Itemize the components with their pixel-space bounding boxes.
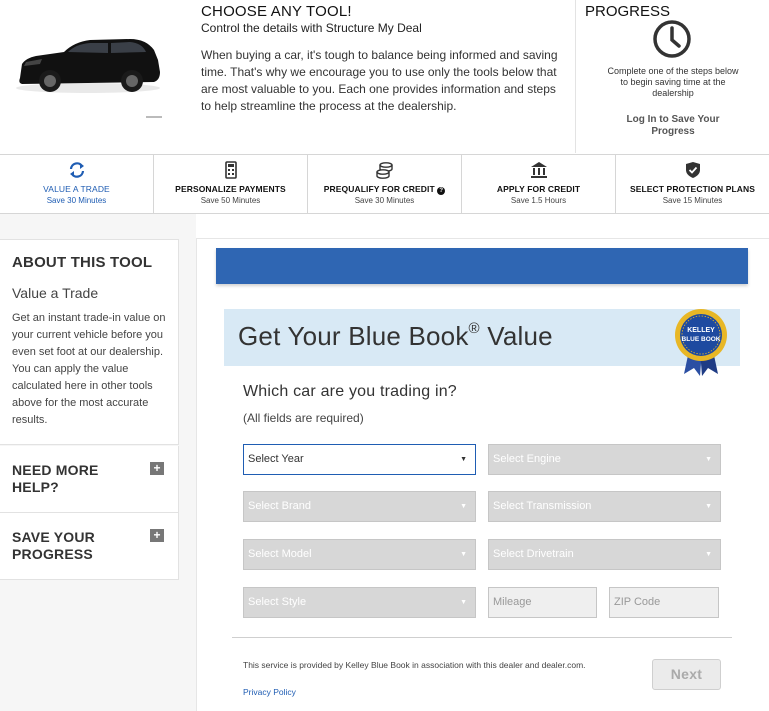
kbb-title: Get Your Blue Book® Value [238, 320, 553, 352]
shield-check-icon [683, 161, 703, 179]
intro-text: When buying a car, it's tough to balance… [201, 48, 558, 113]
save-your-progress-accordion[interactable]: SAVE YOUR PROGRESS + [0, 513, 179, 580]
privacy-policy-link[interactable]: Privacy Policy [243, 687, 296, 697]
kbb-banner: Get Your Blue Book® Value KELLEY BLUE BO… [224, 309, 740, 376]
about-this-tool-panel: ABOUT THIS TOOL Value a Trade Get an ins… [0, 239, 179, 445]
kbb-title-text: Get Your Blue Book [238, 321, 469, 351]
select-brand[interactable]: Select Brand ▼ [243, 491, 476, 522]
trade-in-panel: Get Your Blue Book® Value KELLEY BLUE BO… [196, 238, 769, 711]
next-button[interactable]: Next [652, 659, 721, 690]
progress-title: PROGRESS [585, 3, 671, 20]
page-title: CHOOSE ANY TOOL! [201, 3, 352, 20]
need-more-help-accordion[interactable]: NEED MORE HELP? + [0, 446, 179, 513]
select-drivetrain[interactable]: Select Drivetrain ▼ [488, 539, 721, 570]
page-subtitle: Control the details with Structure My De… [201, 21, 422, 35]
about-title: ABOUT THIS TOOL [12, 254, 153, 271]
tab-label: PREQUALIFY FOR CREDIT ? [308, 184, 461, 195]
select-year[interactable]: Select Year ▼ [243, 444, 476, 475]
coins-icon [375, 161, 395, 179]
tab-time: Save 1.5 Hours [510, 196, 567, 205]
accordion-title: SAVE YOUR PROGRESS [12, 529, 95, 562]
select-transmission-value: Select Transmission [493, 500, 592, 512]
select-drivetrain-value: Select Drivetrain [493, 548, 574, 560]
zip-code-input[interactable]: ZIP Code [609, 587, 719, 618]
badge-text-top: KELLEY [687, 327, 715, 334]
chevron-down-icon: ▼ [460, 599, 467, 606]
tool-description: Get an instant trade-in value on your cu… [12, 312, 166, 426]
tab-time: Save 30 Minutes [354, 196, 415, 205]
chevron-down-icon: ▼ [705, 456, 712, 463]
progress-note: Complete one of the steps below to begin… [607, 66, 739, 98]
tab-time: Save 50 Minutes [200, 196, 261, 205]
tab-time: Save 30 Minutes [46, 196, 107, 205]
tab-label: VALUE A TRADE [43, 184, 110, 194]
select-model-value: Select Model [248, 548, 312, 560]
tab-apply-for-credit[interactable]: APPLY FOR CREDIT Save 1.5 Hours [461, 155, 615, 213]
mileage-input[interactable]: Mileage [488, 587, 597, 618]
chevron-down-icon: ▼ [705, 551, 712, 558]
tool-name: Value a Trade [12, 285, 99, 301]
select-year-value: Select Year [248, 453, 304, 465]
tab-label: PERSONALIZE PAYMENTS [175, 184, 286, 194]
select-model[interactable]: Select Model ▼ [243, 539, 476, 570]
tab-prequalify-for-credit[interactable]: PREQUALIFY FOR CREDIT ? Save 30 Minutes [307, 155, 461, 213]
tab-select-protection-plans[interactable]: SELECT PROTECTION PLANS Save 15 Minutes [615, 155, 769, 213]
chevron-down-icon: ▼ [460, 456, 467, 463]
badge-text-bottom: BLUE BOOK [682, 336, 721, 343]
plus-icon[interactable]: + [150, 529, 164, 542]
select-style-value: Select Style [248, 596, 307, 608]
provider-note: This service is provided by Kelley Blue … [243, 660, 586, 670]
select-transmission[interactable]: Select Transmission ▼ [488, 491, 721, 522]
chevron-down-icon: ▼ [705, 503, 712, 510]
tab-value-a-trade[interactable]: VALUE A TRADE Save 30 Minutes [0, 155, 153, 213]
hero-header: CHOOSE ANY TOOL! Control the details wit… [0, 0, 769, 153]
car-image [12, 28, 164, 120]
kelley-blue-book-badge: KELLEY BLUE BOOK [672, 306, 730, 376]
tab-label: APPLY FOR CREDIT [496, 184, 581, 194]
select-engine-value: Select Engine [493, 453, 561, 465]
accordion-title: NEED MORE HELP? [12, 462, 99, 495]
registered-mark: ® [468, 320, 480, 338]
required-note: (All fields are required) [243, 411, 364, 425]
select-brand-value: Select Brand [248, 500, 311, 512]
kbb-title-suffix: Value [479, 321, 553, 351]
tab-time: Save 15 Minutes [662, 196, 723, 205]
chevron-down-icon: ▼ [460, 551, 467, 558]
chevron-down-icon: ▼ [460, 503, 467, 510]
login-save-progress-link[interactable]: Log In to Save Your Progress [606, 114, 740, 138]
intro-section: CHOOSE ANY TOOL! Control the details wit… [201, 3, 563, 115]
trade-question: Which car are you trading in? [243, 383, 457, 400]
plus-icon[interactable]: + [150, 462, 164, 475]
tab-personalize-payments[interactable]: PERSONALIZE PAYMENTS Save 50 Minutes [153, 155, 307, 213]
clock-icon [652, 19, 692, 59]
refresh-icon [67, 161, 87, 179]
bank-icon [529, 161, 549, 179]
divider [232, 637, 732, 638]
tool-tabs: VALUE A TRADE Save 30 Minutes PERSONALIZ… [0, 154, 769, 214]
tool-header-bar [216, 248, 748, 284]
tab-label: SELECT PROTECTION PLANS [629, 184, 756, 194]
select-engine[interactable]: Select Engine ▼ [488, 444, 721, 475]
progress-panel: PROGRESS Complete one of the steps below… [575, 0, 769, 153]
tab-label-text: PREQUALIFY FOR CREDIT [323, 184, 435, 194]
select-style[interactable]: Select Style ▼ [243, 587, 476, 618]
help-circle-icon[interactable]: ? [437, 187, 446, 195]
calculator-icon [221, 161, 241, 179]
